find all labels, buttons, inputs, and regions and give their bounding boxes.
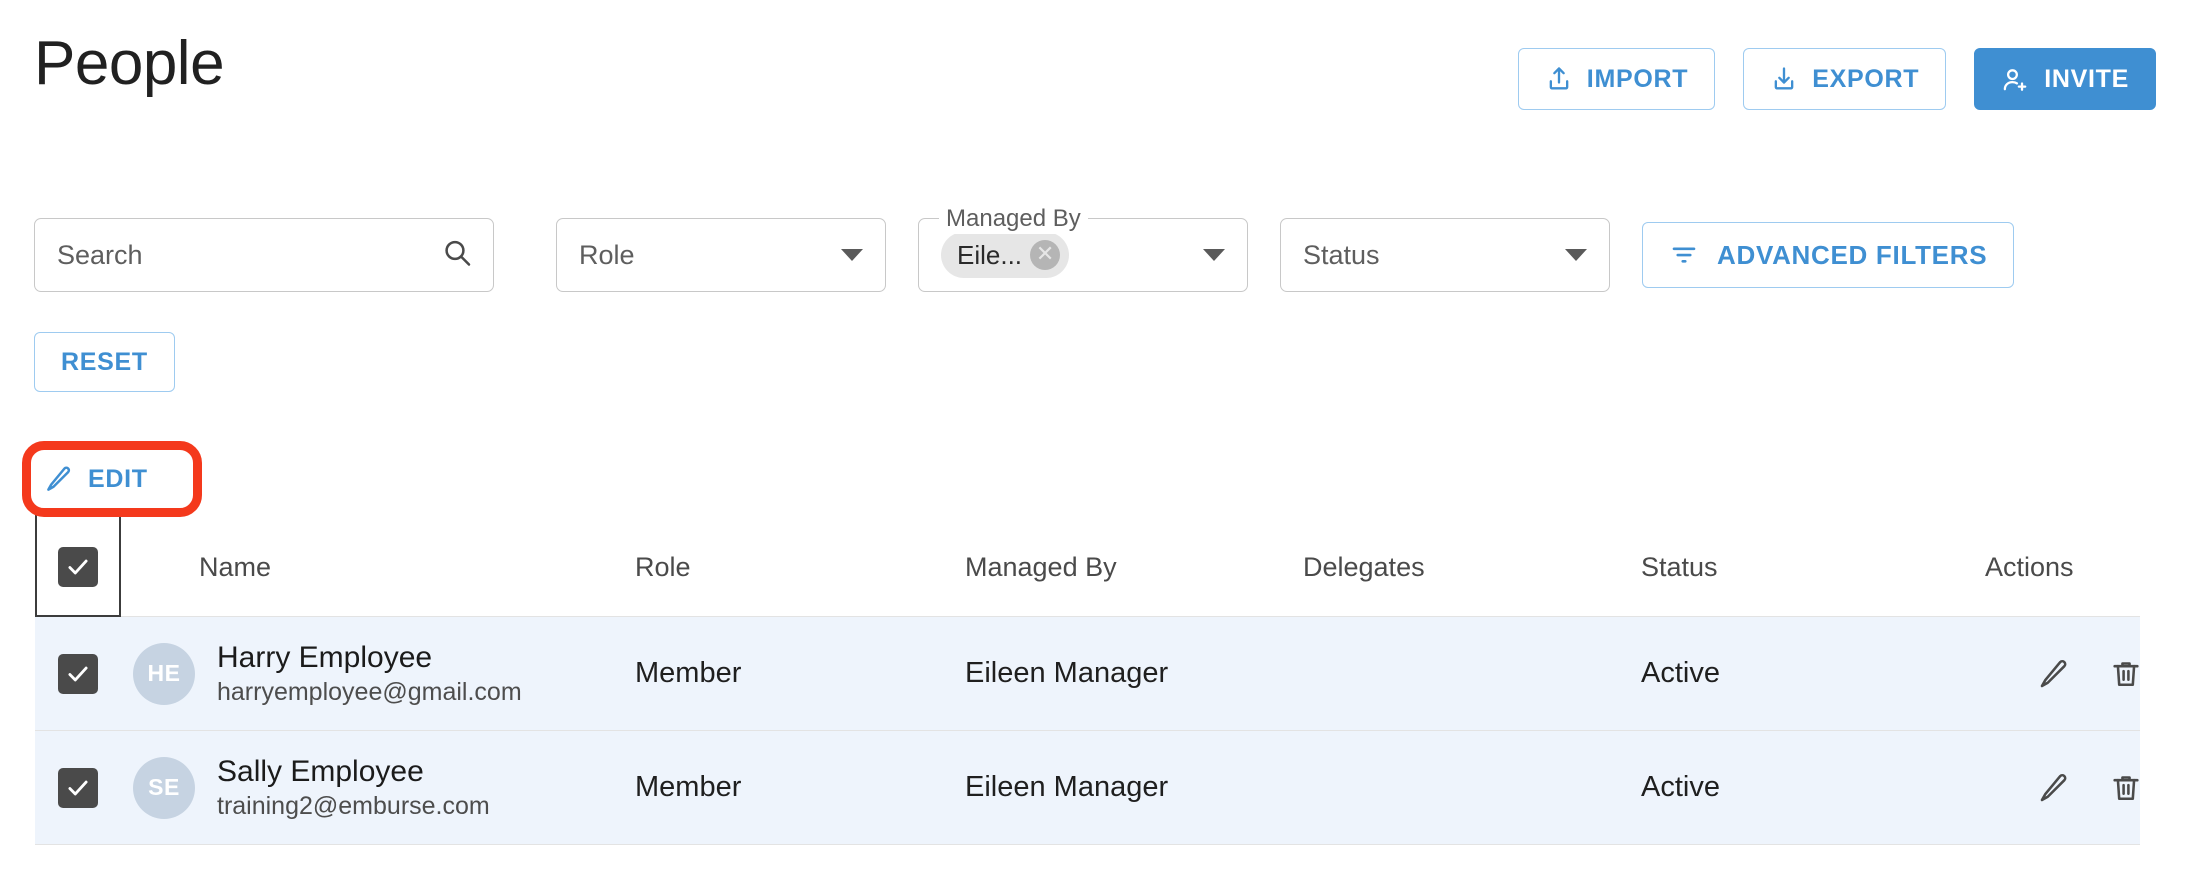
- trash-icon[interactable]: [2109, 657, 2143, 691]
- invite-button-label: INVITE: [2044, 65, 2129, 94]
- reset-button[interactable]: RESET: [34, 332, 175, 392]
- close-circle-icon[interactable]: ✕: [1030, 240, 1060, 270]
- reset-row: RESET: [34, 332, 175, 392]
- cell-role: Member: [635, 771, 965, 804]
- column-header-role[interactable]: Role: [635, 552, 965, 583]
- name-block: Sally Employee training2@emburse.com: [217, 756, 490, 820]
- select-all-checkbox[interactable]: [35, 547, 121, 587]
- person-email: harryemployee@gmail.com: [217, 679, 522, 705]
- row-checkbox[interactable]: [35, 654, 121, 694]
- page-header: People IMPORT EXPORT: [0, 0, 2186, 140]
- edit-button[interactable]: EDIT: [34, 452, 162, 506]
- advanced-filters-button[interactable]: ADVANCED FILTERS: [1642, 222, 2014, 288]
- cell-role: Member: [635, 657, 965, 690]
- people-table: Name Role Managed By Delegates Status Ac…: [35, 517, 2140, 845]
- column-header-name[interactable]: Name: [121, 552, 635, 583]
- managed-by-float-label: Managed By: [939, 204, 1088, 234]
- cell-managed-by: Eileen Manager: [965, 771, 1303, 804]
- table-row[interactable]: HE Harry Employee harryemployee@gmail.co…: [35, 617, 2140, 731]
- cell-actions: [1985, 657, 2186, 691]
- people-page: People IMPORT EXPORT: [0, 0, 2186, 888]
- person-add-icon: [2001, 65, 2030, 94]
- chevron-down-icon[interactable]: [841, 249, 863, 261]
- edit-button-highlight-wrapper: EDIT: [22, 441, 202, 517]
- column-header-status[interactable]: Status: [1641, 552, 1985, 583]
- search-icon[interactable]: [441, 237, 473, 274]
- cell-status: Active: [1641, 771, 1985, 804]
- export-button-label: EXPORT: [1812, 65, 1919, 94]
- edit-button-label: EDIT: [88, 465, 148, 494]
- name-block: Harry Employee harryemployee@gmail.com: [217, 642, 522, 706]
- row-checkbox[interactable]: [35, 768, 121, 808]
- column-header-actions: Actions: [1985, 552, 2186, 583]
- status-filter-label: Status: [1303, 240, 1380, 271]
- person-name: Sally Employee: [217, 756, 490, 788]
- header-actions: IMPORT EXPORT: [1518, 48, 2156, 110]
- person-name: Harry Employee: [217, 642, 522, 674]
- invite-button[interactable]: INVITE: [1974, 48, 2156, 110]
- import-button-label: IMPORT: [1587, 65, 1688, 94]
- role-filter-select[interactable]: Role: [556, 218, 886, 292]
- chevron-down-icon[interactable]: [1565, 249, 1587, 261]
- reset-button-label: RESET: [61, 348, 148, 377]
- pencil-icon[interactable]: [2037, 657, 2071, 691]
- cell-name: SE Sally Employee training2@emburse.com: [121, 756, 635, 820]
- managed-by-chip-label: Eile...: [957, 240, 1022, 271]
- download-icon: [1770, 65, 1798, 93]
- checkbox-checked-icon[interactable]: [58, 654, 98, 694]
- table-row[interactable]: SE Sally Employee training2@emburse.com …: [35, 731, 2140, 845]
- column-header-delegates[interactable]: Delegates: [1303, 552, 1641, 583]
- column-header-managed-by[interactable]: Managed By: [965, 552, 1303, 583]
- cell-status: Active: [1641, 657, 1985, 690]
- pencil-icon[interactable]: [2037, 771, 2071, 805]
- filter-bar: Search Role Managed By Eile... ✕ Status: [34, 218, 2156, 292]
- export-button[interactable]: EXPORT: [1743, 48, 1946, 110]
- search-input-placeholder: Search: [57, 240, 143, 271]
- avatar: HE: [133, 643, 195, 705]
- trash-icon[interactable]: [2109, 771, 2143, 805]
- pencil-icon: [44, 464, 74, 494]
- managed-by-chip: Eile... ✕: [941, 232, 1069, 278]
- chevron-down-icon[interactable]: [1203, 249, 1225, 261]
- page-title: People: [34, 30, 224, 98]
- upload-icon: [1545, 65, 1573, 93]
- managed-by-filter-select[interactable]: Managed By Eile... ✕: [918, 218, 1248, 292]
- table-header-row: Name Role Managed By Delegates Status Ac…: [35, 517, 2140, 617]
- search-input[interactable]: Search: [34, 218, 494, 292]
- cell-managed-by: Eileen Manager: [965, 657, 1303, 690]
- advanced-filters-label: ADVANCED FILTERS: [1717, 240, 1987, 271]
- person-email: training2@emburse.com: [217, 793, 490, 819]
- avatar: SE: [133, 757, 195, 819]
- filter-icon: [1669, 240, 1699, 270]
- cell-name: HE Harry Employee harryemployee@gmail.co…: [121, 642, 635, 706]
- status-filter-select[interactable]: Status: [1280, 218, 1610, 292]
- cell-actions: [1985, 771, 2186, 805]
- checkbox-checked-icon[interactable]: [58, 768, 98, 808]
- checkbox-checked-icon[interactable]: [58, 547, 98, 587]
- role-filter-label: Role: [579, 240, 635, 271]
- import-button[interactable]: IMPORT: [1518, 48, 1715, 110]
